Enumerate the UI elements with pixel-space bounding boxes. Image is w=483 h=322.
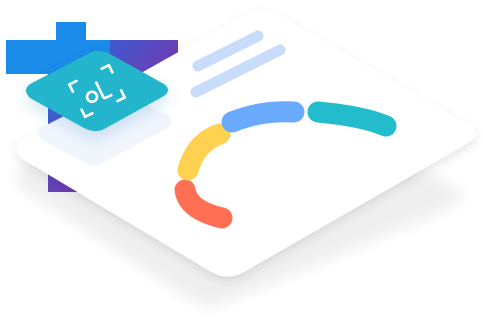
gauge-segment-blue (221, 101, 305, 133)
dashboard-illustration (0, 0, 483, 322)
illustration-canvas (6, 10, 477, 307)
